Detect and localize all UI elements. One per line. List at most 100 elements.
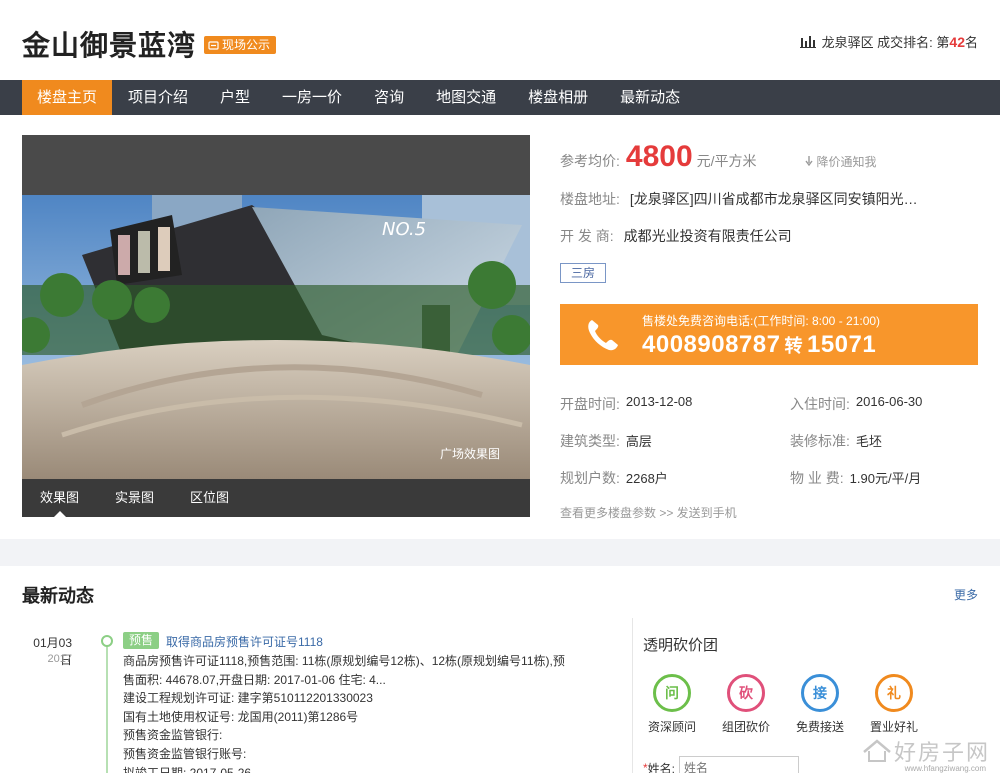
developer-row: 开 发 商: 成都光业投资有限责任公司 — [560, 226, 792, 246]
main-nav: 楼盘主页 项目介绍 户型 一房一价 咨询 地图交通 楼盘相册 最新动态 — [0, 80, 1000, 115]
watermark-text: 好房子网 — [893, 741, 990, 766]
rank-suffix: 名 — [964, 35, 978, 50]
hotline-ext-sep: 转 — [784, 336, 803, 356]
bargain-item-label: 免费接送 — [795, 720, 844, 734]
rendering-photo[interactable]: NO.5 — [22, 135, 530, 479]
hotline-number-row: 4008908787 转 15071 — [642, 331, 876, 359]
news-body: 商品房预售许可证1118,预售范围: 11栋(原规划编号12栋)、12栋(原规划… — [123, 652, 617, 773]
checkin-date: 入住时间: 2016-06-30 — [790, 394, 922, 414]
developer-value: 成都光业投资有限责任公司 — [623, 228, 792, 244]
project-title: 金山御景蓝湾 — [22, 30, 197, 61]
price-row: 参考均价: 4800 元/平方米 降价通知我 — [560, 140, 980, 174]
bargain-item-label: 置业好礼 — [869, 720, 918, 734]
news-year: 2017 — [47, 653, 72, 665]
price-value: 4800 — [625, 140, 693, 173]
bargain-item-label: 资深顾问 — [647, 720, 696, 734]
checkin-date-value: 2016-06-30 — [855, 394, 923, 409]
planned-units-label: 规划户数: — [560, 470, 620, 486]
nav-floorplan[interactable]: 户型 — [204, 80, 266, 115]
news-line: 预售资金监管银行: — [123, 728, 223, 743]
notice-icon — [208, 40, 219, 50]
sales-rank: 龙泉驿区 成交排名: 第42名 — [799, 32, 978, 51]
svg-text:NO.5: NO.5 — [382, 219, 426, 240]
property-fee-value: 1.90元/平/月 — [849, 471, 922, 486]
hotline-extension: 15071 — [806, 331, 877, 358]
price-label: 参考均价: — [560, 153, 620, 169]
planned-units-value: 2268户 — [625, 471, 668, 486]
tab-real-photo[interactable]: 实景图 — [103, 479, 166, 517]
nav-home[interactable]: 楼盘主页 — [22, 80, 113, 115]
news-section: 最新动态 更多 01月03日 2017 预售 取得商品房预售许可证号1118 商… — [0, 566, 1000, 773]
bargain-free-pickup[interactable]: 接 免费接送 — [783, 674, 857, 735]
presale-badge: 预售 — [123, 632, 160, 649]
timeline-line — [106, 644, 108, 773]
timeline-dot — [101, 635, 113, 647]
onsite-notice-label: 现场公示 — [222, 38, 271, 52]
news-more-link[interactable]: 更多 — [954, 586, 978, 603]
overview-panel: NO.5 广场效果图 效果图 实景图 区位图 参考均价: 4800 元/平方米 … — [0, 115, 1000, 539]
news-line: 预售资金监管银行账号: — [123, 746, 247, 761]
price-unit: 元/平方米 — [696, 153, 757, 169]
bargain-title: 透明砍价团 — [643, 637, 719, 654]
phone-icon — [588, 320, 618, 351]
consultant-icon: 问 — [653, 674, 691, 712]
rank-number: 42 — [949, 34, 965, 50]
tab-render[interactable]: 效果图 — [28, 479, 91, 517]
site-watermark: 好房子网 — [862, 735, 990, 767]
decoration-value: 毛坯 — [855, 434, 882, 449]
nav-consult[interactable]: 咨询 — [358, 80, 420, 115]
building-type: 建筑类型: 高层 — [560, 431, 652, 451]
nav-intro[interactable]: 项目介绍 — [112, 80, 204, 115]
watermark-url: www.hfangziwang.com — [904, 764, 986, 773]
bargain-consultant[interactable]: 问 资深顾问 — [635, 674, 709, 735]
address-label: 楼盘地址: — [560, 191, 620, 207]
bargain-item-label: 组团砍价 — [721, 720, 770, 734]
nav-map[interactable]: 地图交通 — [420, 80, 512, 115]
bar-chart-icon — [799, 36, 816, 48]
open-date: 开盘时间: 2013-12-08 — [560, 394, 692, 414]
room-type-chip[interactable]: 三房 — [560, 263, 607, 283]
name-input[interactable] — [679, 756, 800, 773]
nav-news[interactable]: 最新动态 — [604, 80, 696, 115]
nav-album[interactable]: 楼盘相册 — [512, 80, 604, 115]
price-drop-alert-link[interactable]: 降价通知我 — [804, 153, 877, 170]
hotline-title: 售楼处免费咨询电话:(工作时间: 8:00 - 21:00) — [642, 314, 881, 328]
news-line: 拟竣工日期: 2017-05-26 — [123, 765, 252, 773]
bargain-group-haggle[interactable]: 砍 组团砍价 — [709, 674, 783, 735]
planned-units: 规划户数: 2268户 — [560, 468, 668, 488]
news-heading: 最新动态 — [22, 586, 94, 606]
photo-caption: 广场效果图 — [439, 447, 500, 461]
onsite-notice-badge[interactable]: 现场公示 — [204, 36, 277, 54]
more-params-link[interactable]: 查看更多楼盘参数 >> 发送到手机 — [560, 504, 737, 521]
pickup-icon: 接 — [801, 674, 839, 712]
decoration: 装修标准: 毛坯 — [790, 431, 882, 451]
rank-prefix: 龙泉驿区 成交排名: 第 — [821, 35, 950, 50]
price-drop-alert-label: 降价通知我 — [816, 154, 877, 169]
news-line: 国有土地使用权证号: 龙国用(2011)第1286号 — [123, 709, 359, 724]
name-field-row: * 姓名: — [643, 756, 800, 773]
nav-price-list[interactable]: 一房一价 — [266, 80, 358, 115]
news-line: 商品房预售许可证1118,预售范围: 11栋(原规划编号12栋)、12栋(原规划… — [123, 654, 565, 668]
photo-gallery: NO.5 广场效果图 效果图 实景图 区位图 — [22, 135, 530, 517]
arrow-down-icon — [804, 156, 813, 166]
open-date-label: 开盘时间: — [560, 396, 620, 412]
house-logo-icon — [863, 739, 891, 762]
address-row: 楼盘地址: [龙泉驿区]四川省成都市龙泉驿区同安镇阳光… — [560, 189, 918, 209]
name-field-label: 姓名: — [647, 761, 676, 773]
building-type-label: 建筑类型: — [560, 433, 620, 449]
property-fee: 物 业 费: 1.90元/平/月 — [790, 468, 921, 488]
gift-icon: 礼 — [875, 674, 913, 712]
news-title-link[interactable]: 取得商品房预售许可证号1118 — [166, 633, 323, 650]
hotline-number: 4008908787 — [642, 331, 781, 358]
haggle-icon: 砍 — [727, 674, 765, 712]
tab-location[interactable]: 区位图 — [178, 479, 241, 517]
decoration-label: 装修标准: — [790, 433, 850, 449]
bargain-gift[interactable]: 礼 置业好礼 — [857, 674, 931, 735]
page-header: 金山御景蓝湾 现场公示 龙泉驿区 成交排名: 第42名 — [0, 0, 1000, 80]
developer-label: 开 发 商: — [560, 228, 614, 244]
open-date-value: 2013-12-08 — [625, 394, 693, 409]
sales-hotline[interactable]: 售楼处免费咨询电话:(工作时间: 8:00 - 21:00) 400890878… — [560, 304, 978, 365]
address-value[interactable]: [龙泉驿区]四川省成都市龙泉驿区同安镇阳光… — [630, 189, 918, 209]
news-line: 建设工程规划许可证: 建字第510112201330023 — [123, 691, 373, 706]
property-fee-label: 物 业 费: — [790, 470, 844, 486]
